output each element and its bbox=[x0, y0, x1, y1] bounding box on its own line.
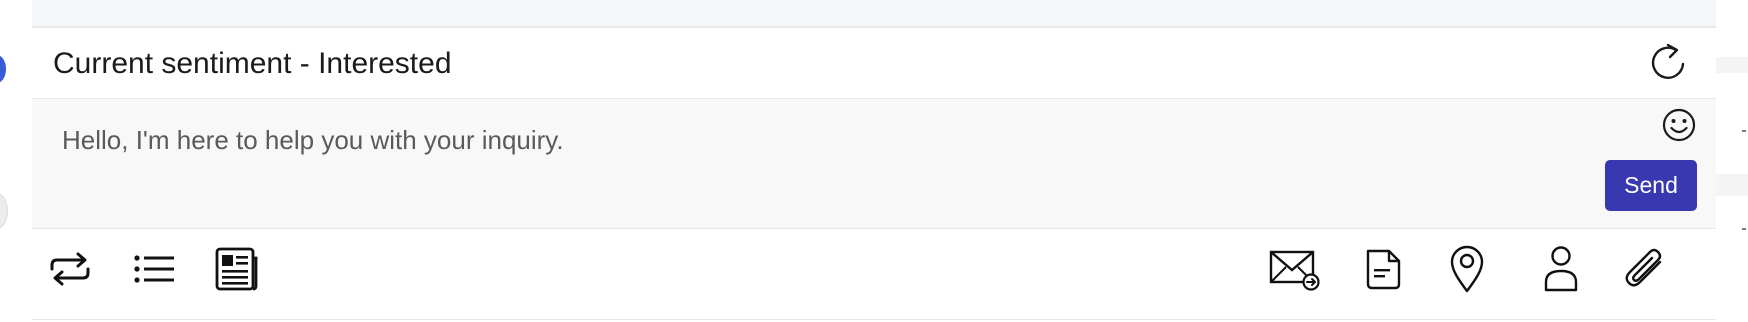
location-button[interactable] bbox=[1441, 243, 1493, 295]
location-pin-icon bbox=[1450, 245, 1484, 293]
refresh-button[interactable] bbox=[1647, 40, 1693, 86]
contact-icon bbox=[1544, 246, 1578, 292]
right-edge bbox=[1716, 0, 1748, 322]
message-input[interactable] bbox=[60, 119, 1624, 161]
list-icon bbox=[134, 255, 174, 283]
composer-toolbar bbox=[32, 229, 1716, 320]
emoji-icon bbox=[1662, 108, 1696, 142]
newspaper-icon bbox=[215, 247, 258, 291]
chat-composer-panel: Current sentiment - Interested Send bbox=[32, 0, 1716, 322]
email-forward-icon bbox=[1269, 250, 1320, 291]
right-edge-mark bbox=[1742, 130, 1746, 132]
avatar bbox=[0, 193, 8, 229]
transfer-button[interactable] bbox=[44, 243, 96, 295]
right-edge-band bbox=[1716, 174, 1748, 196]
email-forward-button[interactable] bbox=[1268, 243, 1320, 295]
top-divider bbox=[32, 0, 1716, 28]
attach-button[interactable] bbox=[1620, 243, 1672, 295]
emoji-button[interactable] bbox=[1658, 104, 1700, 146]
status-indicator bbox=[0, 55, 6, 83]
sentiment-label: Current sentiment - Interested bbox=[53, 47, 452, 80]
sentiment-bar: Current sentiment - Interested bbox=[32, 30, 1716, 99]
left-edge bbox=[0, 0, 32, 322]
article-button[interactable] bbox=[210, 243, 262, 295]
refresh-icon bbox=[1651, 43, 1685, 79]
right-edge-band bbox=[1716, 57, 1748, 73]
right-edge-mark bbox=[1742, 228, 1746, 230]
send-button[interactable]: Send bbox=[1605, 160, 1697, 211]
transfer-icon bbox=[50, 252, 90, 286]
document-icon bbox=[1366, 249, 1401, 290]
paperclip-icon bbox=[1625, 248, 1662, 287]
list-button[interactable] bbox=[128, 243, 180, 295]
document-button[interactable] bbox=[1357, 243, 1409, 295]
message-compose-area: Send bbox=[32, 99, 1716, 229]
contact-button[interactable] bbox=[1535, 243, 1587, 295]
